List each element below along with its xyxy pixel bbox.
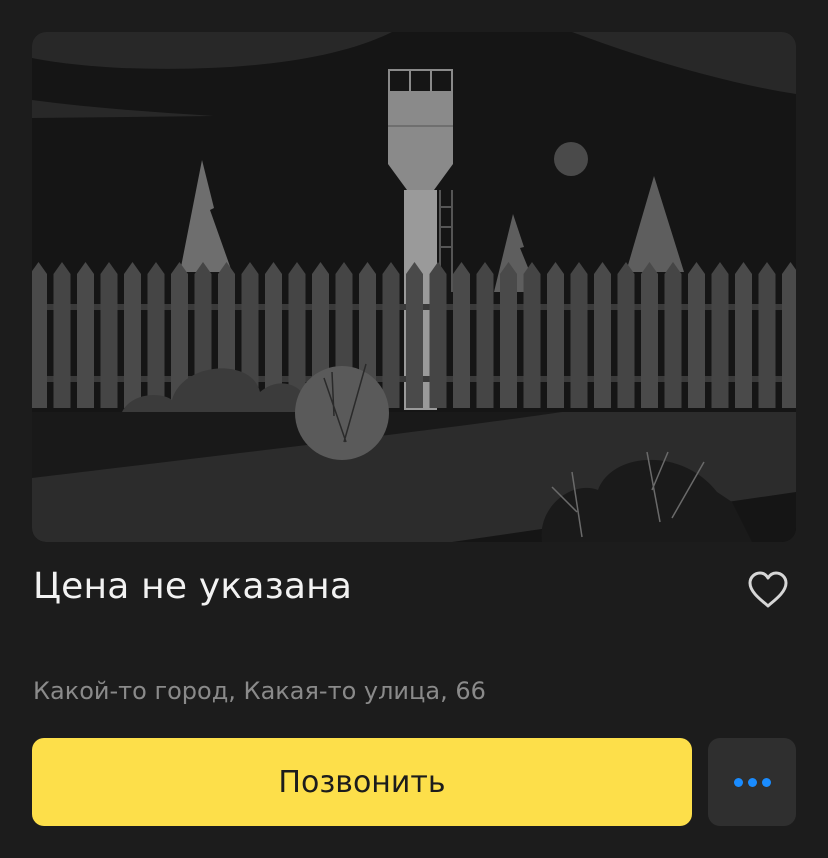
fence-picket [124,262,141,408]
listing-card: Цена не указана Какой-то город, Какая-то… [0,0,828,858]
listing-photo[interactable] [32,32,796,542]
fence-picket [476,262,494,408]
fence-picket [641,262,658,408]
fence-picket [735,262,752,408]
more-dots-icon [761,777,771,787]
fence-picket [688,262,705,408]
address-text: Какой-то город, Какая-то улица, 66 [33,677,486,705]
call-button[interactable]: Позвонить [32,738,692,826]
fence-picket [147,262,165,408]
fence-picket [782,262,796,408]
more-dots-icon [747,777,757,787]
fence-picket [594,262,611,408]
fence-picket [570,262,588,408]
fence-picket [711,262,729,408]
fence-picket [53,262,71,408]
more-dots-icon [733,777,743,787]
price-label: Цена не указана [33,566,353,607]
fence-picket [429,262,447,408]
more-button[interactable] [708,738,796,826]
favorite-button[interactable] [744,568,792,612]
fence-picket [382,262,400,408]
fence-picket [32,262,47,408]
fence-picket [500,262,517,408]
fence-picket [617,262,635,408]
fence-picket [523,262,541,408]
fence-picket [758,262,776,408]
fence-picket [664,262,682,408]
fence-picket [406,262,423,408]
fence-picket [453,262,470,408]
fence-picket [100,262,118,408]
fence-picket [77,262,94,408]
fence-picket [547,262,564,408]
placeholder-illustration [32,32,796,542]
heart-outline-icon [748,571,788,608]
